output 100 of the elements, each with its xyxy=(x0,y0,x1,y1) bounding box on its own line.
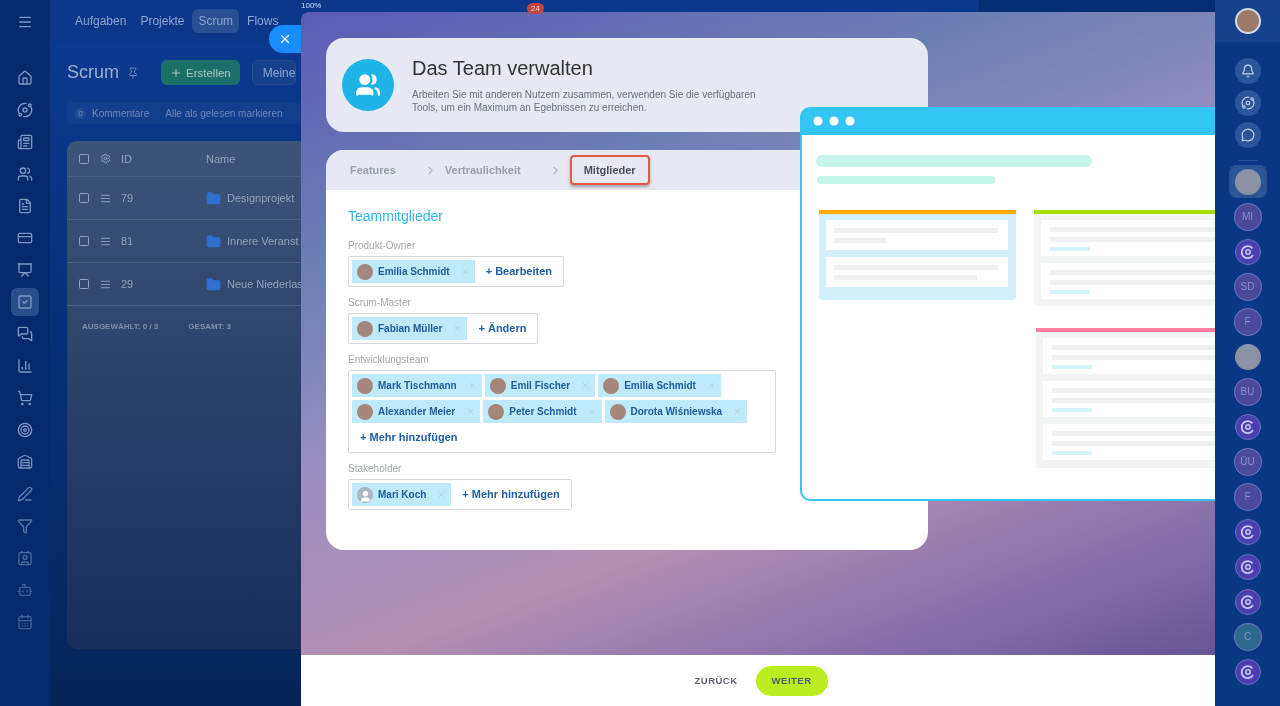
table-cell: Innere Veranst xyxy=(227,235,299,247)
nav-tab[interactable]: Aufgaben xyxy=(69,9,133,33)
member-chip[interactable]: Emilia Schmidt xyxy=(598,374,721,397)
nav-tab[interactable]: Projekte xyxy=(134,9,191,33)
member-chip[interactable]: Emil Fischer xyxy=(484,374,596,397)
step-tab[interactable]: Mitglieder xyxy=(569,155,650,185)
checkbox-icon[interactable] xyxy=(78,278,90,290)
chat-button[interactable] xyxy=(1234,122,1261,148)
next-button[interactable]: WEITER xyxy=(755,665,828,696)
avatar-placeholder xyxy=(1234,168,1261,195)
contact-card-icon xyxy=(17,550,33,566)
initials-avatar: C xyxy=(1234,623,1261,650)
add-link[interactable]: + Mehr hinzufügen xyxy=(454,483,568,506)
header-title: Das Team verwalten xyxy=(412,56,594,80)
checkbox-icon[interactable] xyxy=(78,152,90,165)
add-link[interactable]: + Ändern xyxy=(470,317,535,340)
member-chip[interactable]: Emilia Schmidt xyxy=(352,260,475,283)
create-button[interactable]: Erstellen xyxy=(161,60,240,85)
avatar-placeholder xyxy=(357,263,373,280)
avatar-placeholder xyxy=(603,377,620,394)
member-chip[interactable]: Mari Koch xyxy=(352,483,452,506)
back-button[interactable]: ZURÜCK xyxy=(688,674,744,687)
swirl-icon xyxy=(1234,413,1261,440)
member-field[interactable]: Mark Tischmann Emil Fischer Emilia Schmidt Alexander Meier Peter Schmidt Dorota Wiśniewska + Mehr hinzufügen xyxy=(348,370,776,453)
avatar-placeholder xyxy=(489,377,506,394)
column-header: ID xyxy=(121,152,133,165)
drag-handle-icon[interactable] xyxy=(100,235,111,247)
filter-button[interactable]: Meine xyxy=(251,60,296,85)
zoom-label: 100% xyxy=(301,1,322,11)
field-label: Produkt-Owner xyxy=(348,240,417,251)
mark-read-link[interactable]: Alle als gelesen markieren xyxy=(165,107,283,119)
folder-icon xyxy=(206,233,221,249)
menu-icon[interactable] xyxy=(17,14,33,30)
folder-icon xyxy=(206,276,221,292)
initials-avatar: F xyxy=(1234,483,1261,510)
nav-tab[interactable]: Scrum xyxy=(192,9,240,33)
user-icon xyxy=(357,486,373,503)
cart-icon xyxy=(17,390,33,406)
nav-item[interactable] xyxy=(11,288,39,316)
member-chip[interactable]: Peter Schmidt xyxy=(483,400,602,423)
initials-avatar: SD xyxy=(1234,273,1261,300)
avatar-placeholder xyxy=(1234,343,1261,370)
target-icon xyxy=(17,422,33,438)
nav-tab[interactable]: Flows xyxy=(241,9,285,33)
avatar-placeholder xyxy=(357,320,373,337)
plus-icon xyxy=(170,66,182,79)
contact-item[interactable] xyxy=(1228,165,1267,198)
avatar-placeholder[interactable] xyxy=(1234,8,1261,34)
pin-icon[interactable] xyxy=(127,66,139,79)
section-title: Teammitglieder xyxy=(348,208,444,224)
bar-chart-icon xyxy=(17,358,33,374)
avatar-placeholder xyxy=(609,403,626,420)
settings-icon[interactable] xyxy=(100,153,111,164)
drag-handle-icon[interactable] xyxy=(100,278,111,290)
filter-icon xyxy=(17,518,33,534)
calendar-icon xyxy=(17,614,33,630)
member-field[interactable]: Emilia Schmidt + Bearbeiten xyxy=(348,256,565,287)
avatar-placeholder xyxy=(357,377,373,394)
column-header: Name xyxy=(206,152,236,165)
initials-avatar: ÜU xyxy=(1234,448,1261,475)
member-chip[interactable]: Mark Tischmann xyxy=(352,374,482,397)
field-label: Scrum-Master xyxy=(348,297,412,308)
close-icon xyxy=(278,32,292,46)
warehouse-icon xyxy=(17,454,33,470)
checkbox-icon[interactable] xyxy=(78,235,90,247)
card-icon xyxy=(17,230,33,246)
notifications-button[interactable] xyxy=(1234,58,1261,84)
assistant-button[interactable] xyxy=(1234,90,1261,116)
swirl-icon xyxy=(1234,588,1261,615)
checkbox-icon[interactable] xyxy=(78,192,90,204)
comments-label: Kommentare xyxy=(92,107,150,119)
member-chip[interactable]: Alexander Meier xyxy=(352,400,481,423)
avatar-placeholder xyxy=(488,403,505,420)
swirl-icon xyxy=(1234,238,1261,265)
chat-icon xyxy=(17,326,33,342)
add-link[interactable]: + Bearbeiten xyxy=(477,260,561,283)
checkbox-icon xyxy=(17,294,33,310)
header-description: Arbeiten Sie mit anderen Nutzern zusammen, verwenden Sie die verfügbaren Tools, um ein Maximum an Egebnissen zu erreichen. xyxy=(412,87,757,114)
close-button[interactable] xyxy=(269,25,301,53)
add-link[interactable]: + Mehr hinzufügen xyxy=(352,426,466,449)
member-field[interactable]: Fabian Müller + Ändern xyxy=(348,313,539,344)
table-cell-text: 29 xyxy=(121,278,135,290)
initials-avatar: BU xyxy=(1234,378,1261,405)
drag-handle-icon[interactable] xyxy=(100,192,111,204)
selected-count: AUSGEWÄHLT: 0 / 3 xyxy=(82,322,159,331)
member-chip[interactable]: Fabian Müller xyxy=(352,317,468,340)
bell-icon xyxy=(1240,64,1255,78)
robot-icon xyxy=(17,582,33,598)
swirl-icon xyxy=(1240,96,1255,110)
initials-avatar: F xyxy=(1234,308,1261,335)
member-field[interactable]: Mari Koch + Mehr hinzufügen xyxy=(348,479,572,510)
counter-badge: 24 xyxy=(527,3,544,14)
home-icon xyxy=(17,70,33,86)
field-label: Stakeholder xyxy=(348,463,403,474)
document-icon xyxy=(17,198,33,214)
table-cell-text: 81 xyxy=(121,235,135,247)
field-label: Entwicklungsteam xyxy=(348,354,430,365)
avatar-placeholder xyxy=(357,403,373,420)
member-chip[interactable]: Dorota Wiśniewska xyxy=(604,400,748,423)
users-icon xyxy=(17,166,33,182)
